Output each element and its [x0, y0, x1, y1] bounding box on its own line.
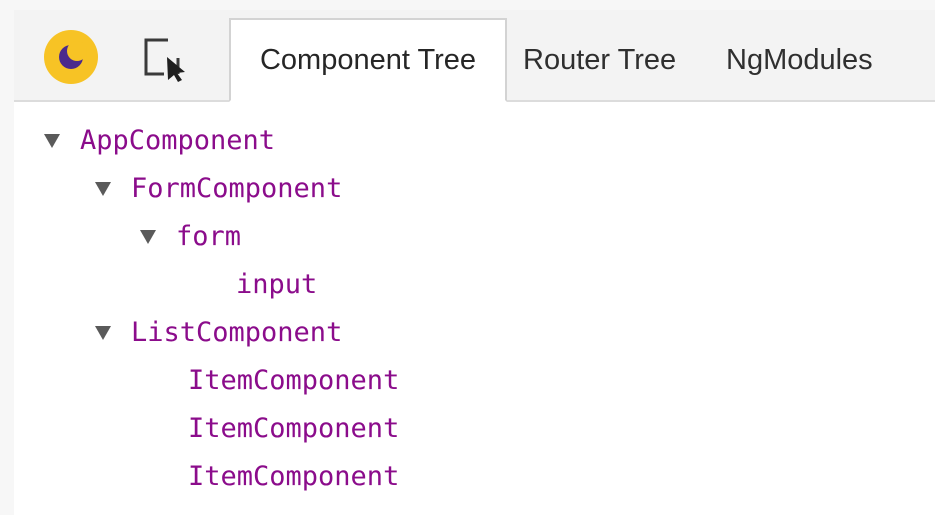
- tree-node-item-component[interactable]: ItemComponent: [188, 361, 399, 401]
- tree-node-form[interactable]: form: [140, 217, 241, 257]
- tree-node-form-component[interactable]: FormComponent: [95, 169, 342, 209]
- theme-toggle-button[interactable]: [44, 30, 98, 84]
- tab-label: Component Tree: [259, 43, 476, 76]
- caret-down-icon[interactable]: [140, 230, 156, 244]
- toolbar: Component Tree Router Tree NgModules: [14, 10, 935, 102]
- tab-label: Router Tree: [523, 43, 677, 76]
- tree-node-item-component[interactable]: ItemComponent: [188, 457, 399, 497]
- tree-node-label: ListComponent: [131, 317, 343, 348]
- caret-down-icon[interactable]: [44, 134, 60, 148]
- cursor-select-icon: [144, 38, 185, 82]
- tree-node-label: ItemComponent: [188, 413, 400, 444]
- tab-ngmodules[interactable]: NgModules: [726, 18, 873, 102]
- select-element-button[interactable]: [140, 34, 190, 84]
- tree-node-input[interactable]: input: [236, 265, 317, 305]
- tree-node-list-component[interactable]: ListComponent: [95, 313, 342, 353]
- tab-router-tree[interactable]: Router Tree: [523, 18, 676, 102]
- tab-component-tree[interactable]: Component Tree: [229, 18, 507, 102]
- tree-node-label: AppComponent: [80, 125, 276, 156]
- tree-node-item-component[interactable]: ItemComponent: [188, 409, 399, 449]
- component-tree: AppComponent FormComponent form input Li…: [14, 105, 935, 515]
- devtools-panel: Component Tree Router Tree NgModules App…: [14, 10, 935, 515]
- caret-down-icon[interactable]: [95, 182, 111, 196]
- tab-label: NgModules: [726, 43, 873, 76]
- caret-down-icon[interactable]: [95, 326, 111, 340]
- tree-node-app-component[interactable]: AppComponent: [44, 121, 275, 161]
- tree-node-label: form: [176, 221, 242, 252]
- page: Component Tree Router Tree NgModules App…: [0, 0, 935, 515]
- tree-node-label: FormComponent: [131, 173, 343, 204]
- tree-node-label: ItemComponent: [188, 461, 400, 492]
- tree-node-label: input: [236, 269, 318, 300]
- tree-node-label: ItemComponent: [188, 365, 400, 396]
- moon-icon: [44, 30, 98, 84]
